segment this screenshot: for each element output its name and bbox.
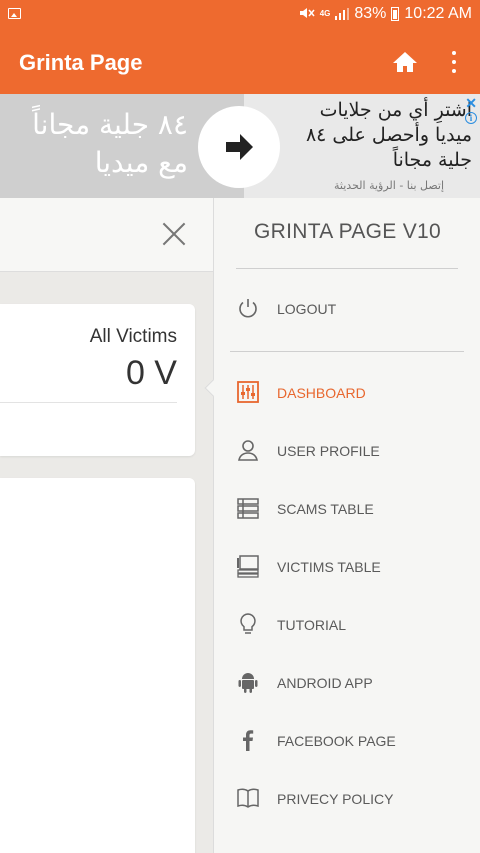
home-icon xyxy=(393,52,417,72)
nav-label: FACEBOOK PAGE xyxy=(277,733,396,749)
victims-card: All Victims 0 V xyxy=(0,304,195,456)
close-icon[interactable]: ✕ xyxy=(465,95,477,112)
card-label: All Victims xyxy=(89,326,177,347)
ad-sponsor: إتصل بنا - الرؤية الحديثة xyxy=(334,179,444,192)
navigation-drawer: GRINTA PAGE V10 LOGOUT DASHBOARD USER PR… xyxy=(204,198,480,853)
content-card xyxy=(0,478,195,853)
app-bar: Grinta Page xyxy=(0,30,480,94)
nav-item-dashboard[interactable]: DASHBOARD xyxy=(214,372,480,416)
nav-item-logout[interactable]: LOGOUT xyxy=(214,288,480,332)
lightbulb-icon xyxy=(240,613,256,634)
nav-item-user-profile[interactable]: USER PROFILE xyxy=(214,430,480,474)
nav-item-android-app[interactable]: ANDROID APP xyxy=(214,662,480,706)
mute-icon xyxy=(299,6,315,23)
table-icon xyxy=(237,498,259,519)
app-title: Grinta Page xyxy=(19,50,143,75)
battery-icon xyxy=(391,7,400,21)
android-icon xyxy=(238,673,258,693)
ad-left-text: ٨٤ جلية مجاناً مع ميديا xyxy=(0,106,188,182)
drawer-title: GRINTA PAGE V10 xyxy=(254,220,441,243)
nav-label: PRIVECY POLICY xyxy=(277,791,394,807)
nav-label: TUTORIAL xyxy=(277,617,346,633)
nav-item-tutorial[interactable]: TUTORIAL xyxy=(214,604,480,648)
power-icon xyxy=(239,299,257,318)
nav-item-scams-table[interactable]: SCAMS TABLE xyxy=(214,488,480,532)
home-button[interactable] xyxy=(390,48,420,76)
close-drawer-button[interactable] xyxy=(160,220,188,248)
ad-arrow-button[interactable] xyxy=(198,106,280,188)
nav-item-privacy-policy[interactable]: PRIVECY POLICY xyxy=(214,778,480,822)
divider xyxy=(230,351,464,352)
main-header xyxy=(0,198,213,272)
card-value: 0 V xyxy=(125,354,177,392)
user-icon xyxy=(238,440,258,461)
ad-headline-line3: جلية مجاناً xyxy=(392,149,472,171)
nav-label: SCAMS TABLE xyxy=(277,501,374,517)
nav-label: ANDROID APP xyxy=(277,675,373,691)
equalizer-icon xyxy=(237,381,259,403)
nav-item-facebook-page[interactable]: FACEBOOK PAGE xyxy=(214,720,480,764)
ad-headline-line1: اشترِ أي من جلايات xyxy=(319,99,472,121)
ad-banner[interactable]: ٨٤ جلية مجاناً مع ميديا اشترِ أي من جلاي… xyxy=(0,94,480,198)
card-divider xyxy=(0,402,177,403)
nav-label: USER PROFILE xyxy=(277,443,380,459)
nav-label: DASHBOARD xyxy=(277,385,366,401)
facebook-icon xyxy=(243,730,254,751)
main-content: All Victims 0 V xyxy=(0,198,213,853)
network-type: 4G xyxy=(319,9,331,18)
ad-left-line1: ٨٤ جلية مجاناً xyxy=(32,108,188,141)
nav-item-victims-table[interactable]: VICTIMS TABLE xyxy=(214,546,480,590)
info-icon[interactable]: i xyxy=(465,112,477,124)
book-icon xyxy=(237,788,259,808)
image-icon xyxy=(8,8,21,19)
more-options-button[interactable] xyxy=(440,48,468,76)
status-bar: 4G 83% 10:22 AM xyxy=(0,0,480,30)
status-indicators: 4G 83% 10:22 AM xyxy=(299,5,472,23)
battery-percent: 83% xyxy=(354,5,387,22)
ad-left-line2: مع ميديا xyxy=(94,146,188,179)
arrow-right-icon xyxy=(226,134,253,160)
monitor-list-icon xyxy=(237,555,259,578)
ad-headline[interactable]: اشترِ أي من جلايات ميديا وأحصل على ٨٤ جل… xyxy=(282,98,472,173)
nav-label: LOGOUT xyxy=(277,301,337,317)
nav-label: VICTIMS TABLE xyxy=(277,559,381,575)
ad-headline-line2: ميديا وأحصل على ٨٤ xyxy=(305,124,472,146)
signal-icon xyxy=(335,8,350,20)
clock: 10:22 AM xyxy=(404,5,472,22)
divider xyxy=(236,268,458,269)
